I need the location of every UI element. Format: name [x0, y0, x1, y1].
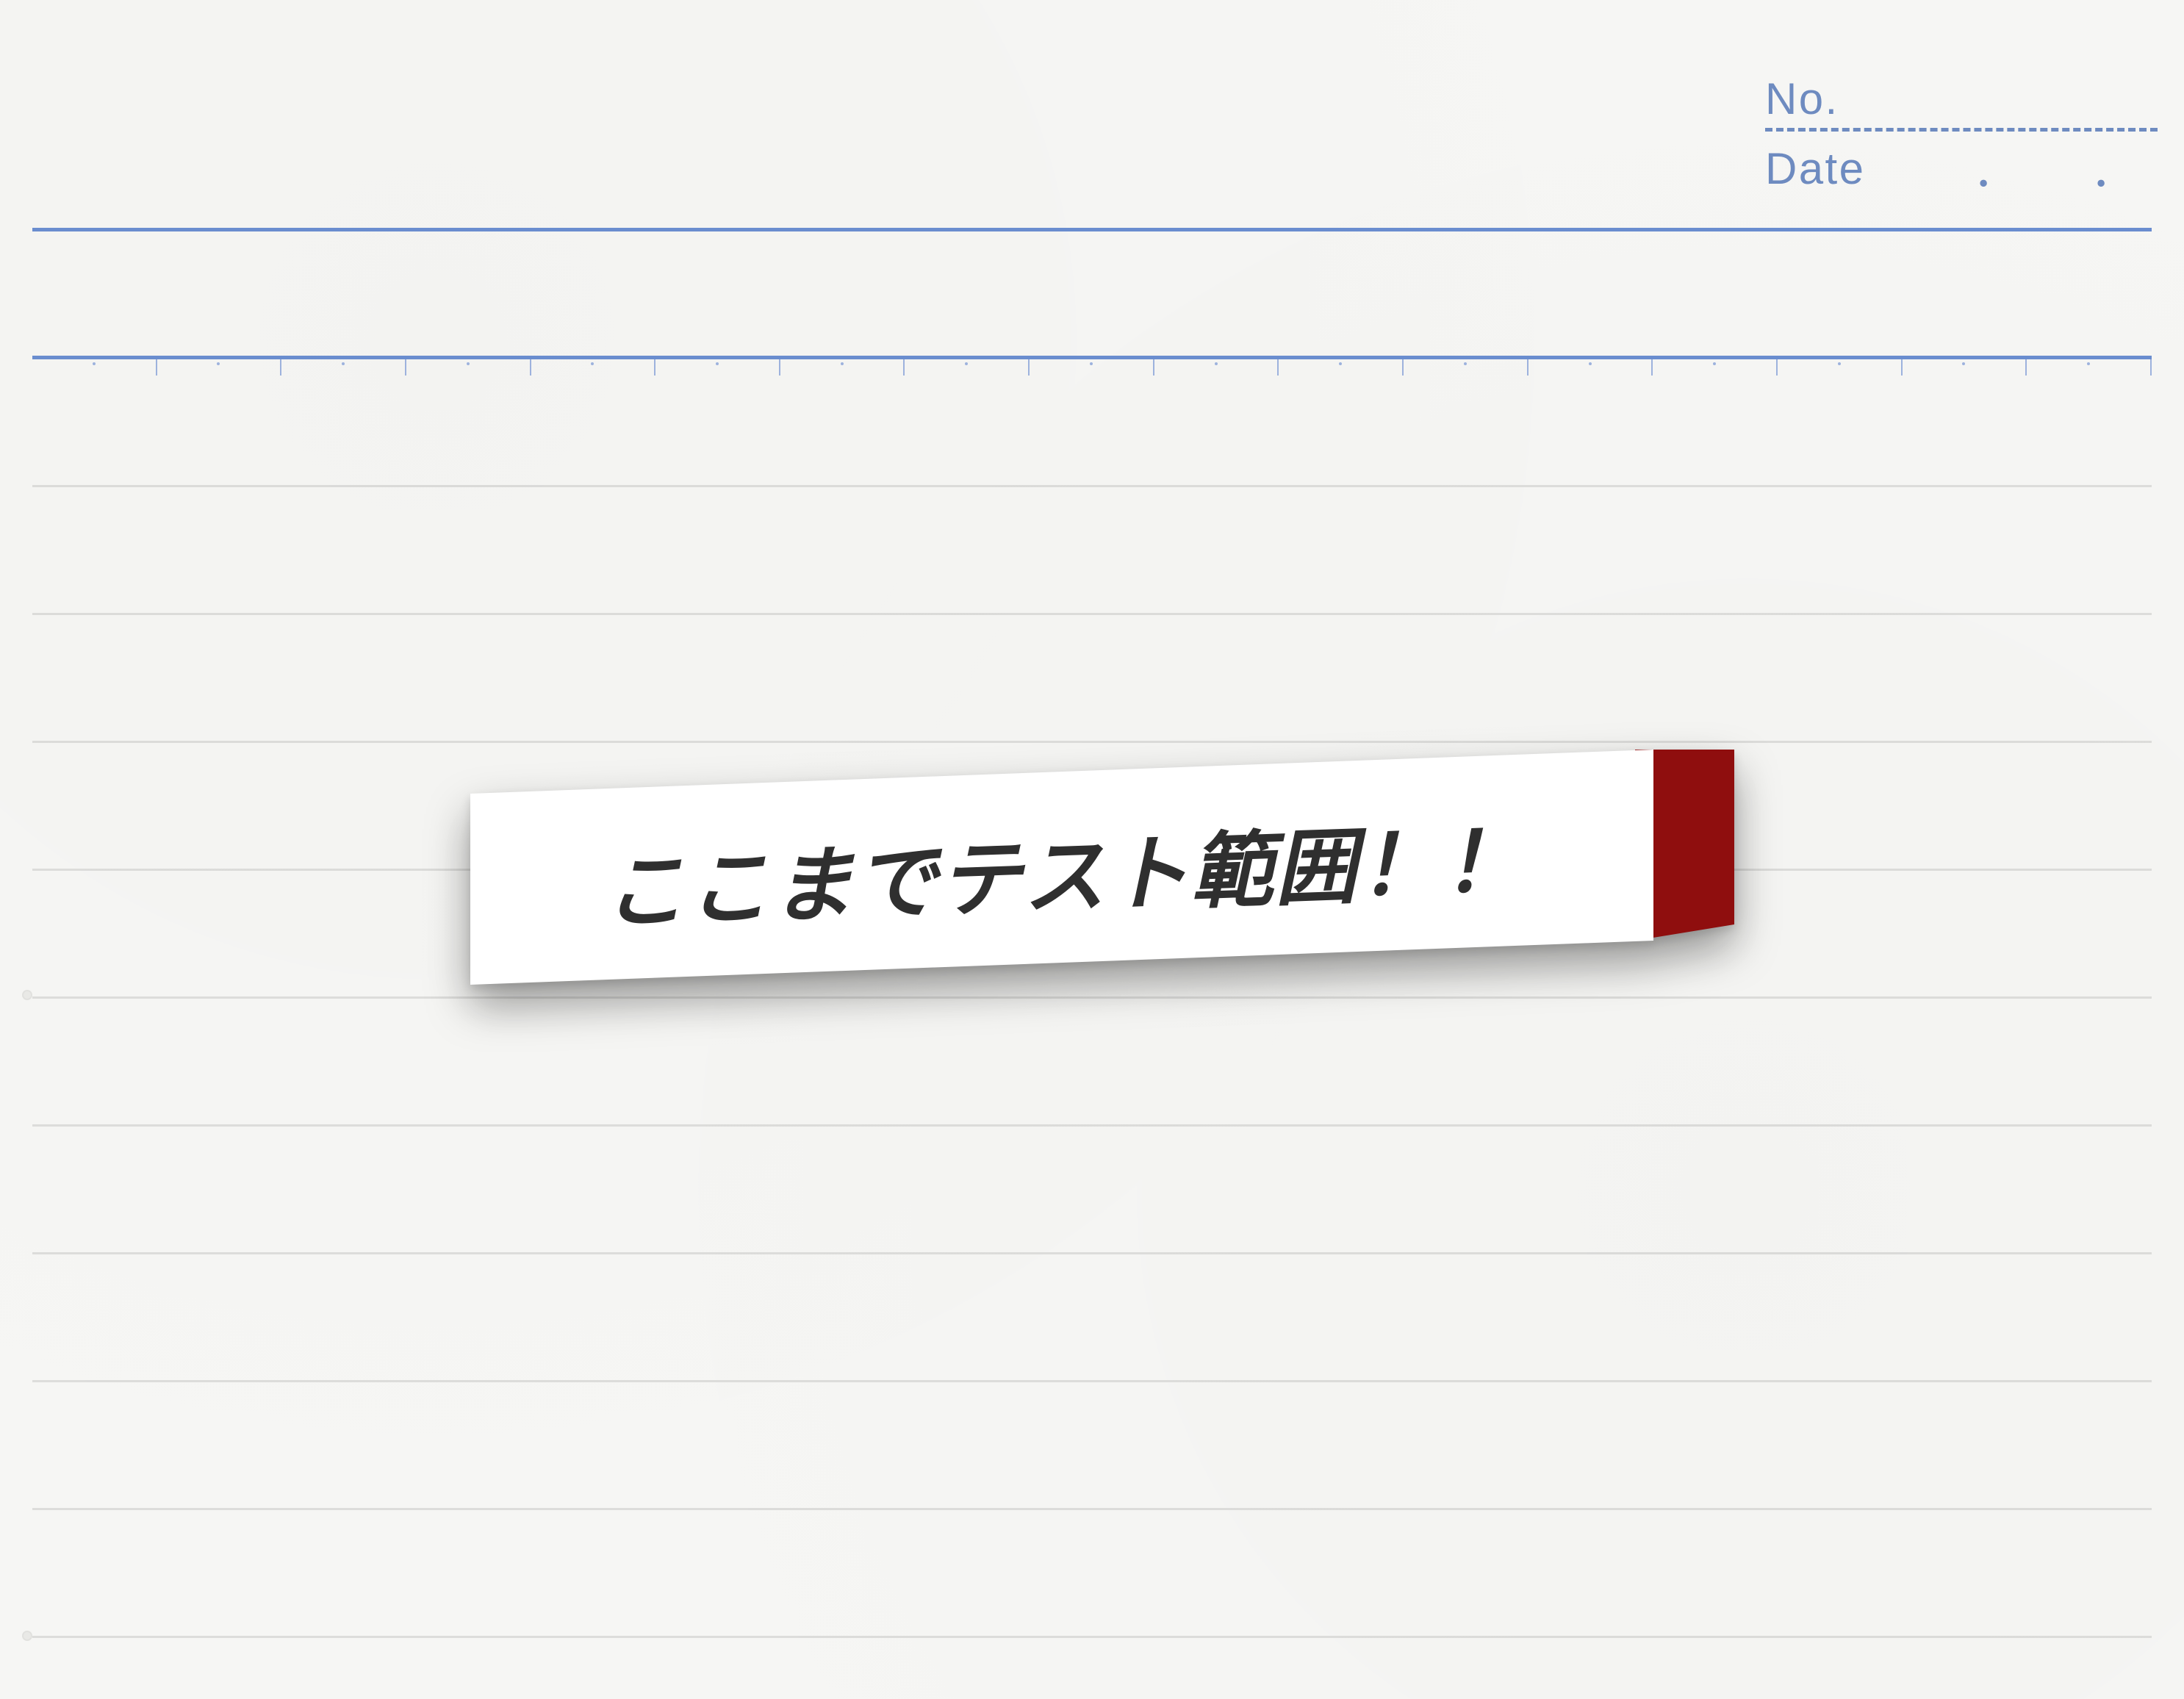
header-date-label: Date: [1765, 143, 1865, 194]
ruler-tick: [32, 359, 156, 376]
ruler-tick: [156, 359, 281, 376]
ruler-tick: [1651, 359, 1776, 376]
body-rule: [32, 1508, 2152, 1510]
ruler-tick: [654, 359, 779, 376]
body-rule: [32, 1636, 2152, 1638]
body-rule: [32, 1252, 2152, 1254]
header-date-dots: ・ ・: [1925, 158, 2160, 205]
notebook-page: No. Date ・ ・ ここまでテスト範囲！！: [0, 0, 2184, 1699]
ruler-tick: [779, 359, 904, 376]
punch-hole: [22, 1631, 32, 1641]
punch-hole: [22, 990, 32, 1000]
body-rule: [32, 1380, 2152, 1382]
ruler-tick: [2025, 359, 2152, 376]
date-dot: ・: [1967, 158, 2001, 205]
body-rule: [32, 485, 2152, 487]
body-rule: [32, 741, 2152, 743]
ruler-tick: [1776, 359, 1901, 376]
ruler-tick: [1277, 359, 1402, 376]
ruler-tick: [1153, 359, 1278, 376]
ruler-tick: [1901, 359, 2026, 376]
body-rule: [32, 996, 2152, 999]
top-rule-1: [32, 228, 2152, 231]
sticky-note-svg: ここまでテスト範囲！！: [470, 750, 1734, 985]
sticky-note: ここまでテスト範囲！！: [470, 750, 1734, 985]
ruler-ticks: [32, 359, 2152, 378]
header-no-label: No.: [1765, 73, 1839, 124]
ruler-tick: [530, 359, 655, 376]
ruler-tick: [1402, 359, 1527, 376]
ruler-tick: [903, 359, 1028, 376]
header-no-dash: [1765, 128, 2158, 132]
ruler-tick: [1028, 359, 1153, 376]
ruler-tick: [280, 359, 405, 376]
body-rule: [32, 1124, 2152, 1127]
ruler-tick: [1527, 359, 1652, 376]
date-dot: ・: [2085, 158, 2119, 205]
body-rule: [32, 613, 2152, 615]
ruler-tick: [405, 359, 530, 376]
